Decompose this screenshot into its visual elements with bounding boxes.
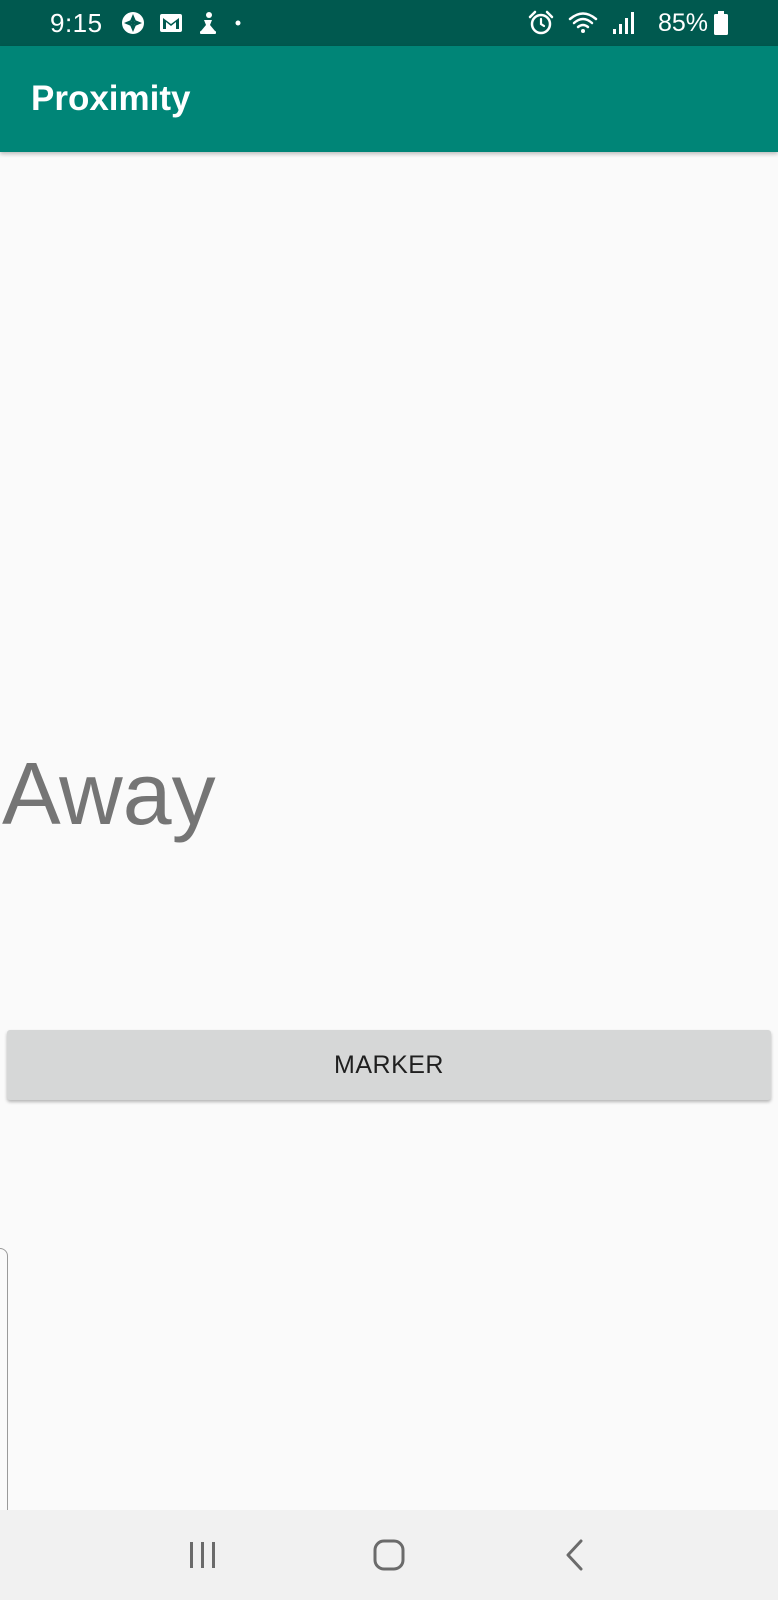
app-title: Proximity [31, 79, 191, 118]
dot-icon [233, 18, 243, 28]
edge-panel-handle[interactable] [0, 1248, 8, 1554]
gmail-icon [159, 13, 183, 33]
alarm-icon [528, 10, 554, 36]
status-right: 85% [528, 9, 728, 38]
battery-icon [714, 11, 728, 35]
home-icon[interactable] [359, 1525, 419, 1585]
app-bar: Proximity [0, 46, 778, 152]
proximity-state-text: Away [2, 744, 216, 843]
main-content: Away MARKER [0, 152, 778, 1554]
signal-icon [612, 11, 634, 35]
battery-percent: 85% [657, 8, 708, 37]
marker-button[interactable]: MARKER [7, 1030, 771, 1100]
wifi-icon [568, 11, 598, 35]
navigation-bar [0, 1510, 778, 1600]
status-time: 9:15 [50, 7, 103, 38]
back-icon[interactable] [545, 1525, 605, 1585]
aperture-icon [121, 11, 145, 35]
notification-app-icon [197, 11, 219, 35]
recent-apps-icon[interactable] [173, 1525, 233, 1585]
status-bar: 9:15 85% [0, 0, 778, 46]
status-left: 9:15 [50, 8, 257, 39]
